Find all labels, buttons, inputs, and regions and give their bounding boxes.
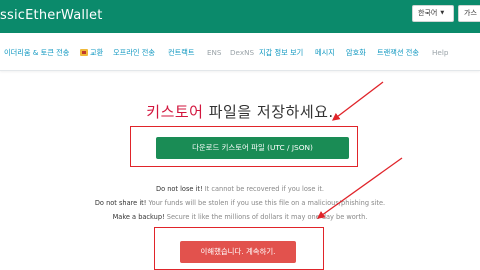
annotation-box-confirm <box>154 227 324 270</box>
warning-do-not-share: Do not share it! Your funds will be stol… <box>0 199 480 207</box>
nav-dexns[interactable]: DexNS <box>230 48 254 57</box>
nav-contracts[interactable]: 컨트랙트 <box>168 48 194 58</box>
nav-encryption[interactable]: 암호화 <box>346 48 366 58</box>
language-label: 한국어 <box>418 9 438 17</box>
gas-price-button[interactable]: 가스 <box>458 5 480 22</box>
nav-send-transaction[interactable]: 트랜잭션 전송 <box>377 48 419 58</box>
warning-strong: Do not lose it! <box>156 185 203 193</box>
nav-send-ether-tokens[interactable]: 이더리움 & 토큰 전송 <box>4 48 69 58</box>
chevron-down-icon: ▼ <box>440 10 445 16</box>
warning-text: Secure it like the millions of dollars i… <box>164 213 368 221</box>
gas-label: 가스 <box>464 9 477 17</box>
brand-logo[interactable]: ssicEtherWallet <box>0 8 103 23</box>
warning-strong: Do not share it! <box>94 199 147 207</box>
annotation-box-download <box>130 126 358 167</box>
title-accent: 키스토어 <box>146 103 204 121</box>
nav-help[interactable]: Help <box>432 48 448 57</box>
warning-text: Your funds will be stolen if you use thi… <box>146 199 386 207</box>
warning-text: It cannot be recovered if you lose it. <box>202 185 324 193</box>
nav-swap[interactable]: 교환 <box>80 48 103 58</box>
nav-message[interactable]: 메시지 <box>315 48 335 58</box>
page-title: 키스토어 파일을 저장하세요. <box>0 101 480 122</box>
top-header: ssicEtherWallet 한국어 ▼ 가스 <box>0 0 480 33</box>
warning-strong: Make a backup! <box>112 213 165 221</box>
language-select[interactable]: 한국어 ▼ <box>412 5 454 22</box>
nav-view-wallet-info[interactable]: 지갑 정보 보기 <box>259 48 303 58</box>
nav-swap-label: 교환 <box>90 48 104 57</box>
nav-offline-send[interactable]: 오프라인 전송 <box>113 48 155 58</box>
swap-icon <box>80 49 88 56</box>
title-rest: 파일을 저장하세요. <box>203 103 334 121</box>
warning-make-backup: Make a backup! Secure it like the millio… <box>0 213 480 221</box>
warning-do-not-lose: Do not lose it! It cannot be recovered i… <box>0 185 480 193</box>
nav-ens[interactable]: ENS <box>207 48 221 57</box>
main-nav: 이더리움 & 토큰 전송 교환 오프라인 전송 컨트랙트 ENS DexNS 지… <box>0 33 480 71</box>
